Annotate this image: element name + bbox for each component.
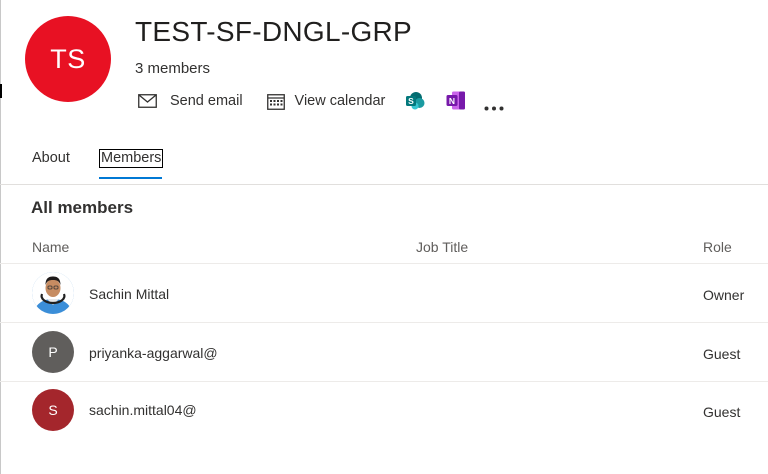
table-row[interactable]: P priyanka-aggarwal@ Guest: [0, 323, 768, 381]
group-initials: TS: [50, 43, 86, 74]
action-bar: Send email View calendar: [138, 89, 385, 113]
avatar-initial: S: [48, 402, 58, 418]
sharepoint-icon[interactable]: S: [405, 92, 425, 115]
avatar: P: [32, 331, 74, 373]
svg-text:N: N: [449, 96, 455, 106]
mail-icon: [138, 94, 157, 108]
avatar: S: [32, 389, 74, 431]
onenote-icon[interactable]: N: [446, 91, 466, 115]
active-tab-indicator: [99, 177, 162, 179]
svg-text:S: S: [408, 96, 414, 106]
column-header-name[interactable]: Name: [32, 239, 69, 255]
calendar-icon: [266, 93, 285, 110]
member-role: Guest: [703, 346, 741, 362]
avatar-initial: P: [48, 344, 58, 360]
section-title: All members: [31, 198, 134, 217]
member-role: Guest: [703, 404, 741, 420]
tab-about[interactable]: About: [32, 150, 70, 166]
more-icon[interactable]: [484, 98, 504, 116]
column-header-job-title[interactable]: Job Title: [416, 239, 468, 255]
table-row[interactable]: Sachin Mittal Owner: [0, 264, 768, 322]
member-name[interactable]: sachin.mittal04@: [89, 402, 197, 418]
view-calendar-label: View calendar: [294, 93, 386, 109]
member-name[interactable]: priyanka-aggarwal@: [89, 345, 218, 361]
window-edge-mark: [0, 84, 2, 98]
member-count[interactable]: 3 members: [135, 60, 210, 77]
tab-members[interactable]: Members: [99, 149, 164, 168]
send-email-button[interactable]: Send email: [138, 93, 243, 109]
user-photo-icon: [32, 272, 74, 314]
column-header-role[interactable]: Role: [703, 239, 732, 255]
send-email-label: Send email: [170, 93, 243, 109]
table-row[interactable]: S sachin.mittal04@ Guest: [0, 381, 768, 439]
member-name[interactable]: Sachin Mittal: [89, 286, 169, 302]
group-avatar: TS: [25, 16, 111, 102]
member-role: Owner: [703, 287, 745, 303]
avatar: [32, 272, 74, 314]
view-calendar-button[interactable]: View calendar: [266, 93, 386, 110]
tab-divider: [0, 184, 768, 185]
group-title: TEST-SF-DNGL-GRP: [135, 16, 413, 47]
